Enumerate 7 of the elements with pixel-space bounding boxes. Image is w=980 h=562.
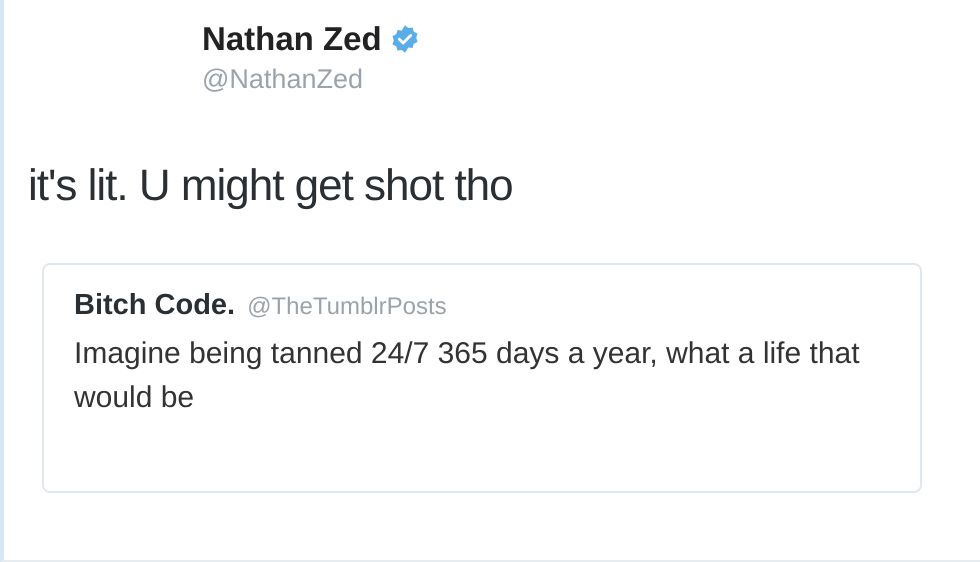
quoted-tweet-text: Imagine being tanned 24/7 365 days a year, what a life that would be bbox=[74, 336, 861, 416]
author-handle: @NathanZed bbox=[202, 64, 364, 95]
quoted-author-handle: @TheTumblrPosts bbox=[247, 293, 447, 321]
quoted-tweet-card[interactable]: Bitch Code. @TheTumblrPosts Imagine being tanned 24/7 365 days a year, what a life that would be bbox=[42, 263, 922, 493]
author-name: Nathan Zed bbox=[202, 20, 382, 58]
tweet-text: it's lit. U might get shot tho bbox=[28, 161, 514, 211]
quoted-author-name: Bitch Code. bbox=[74, 289, 236, 322]
